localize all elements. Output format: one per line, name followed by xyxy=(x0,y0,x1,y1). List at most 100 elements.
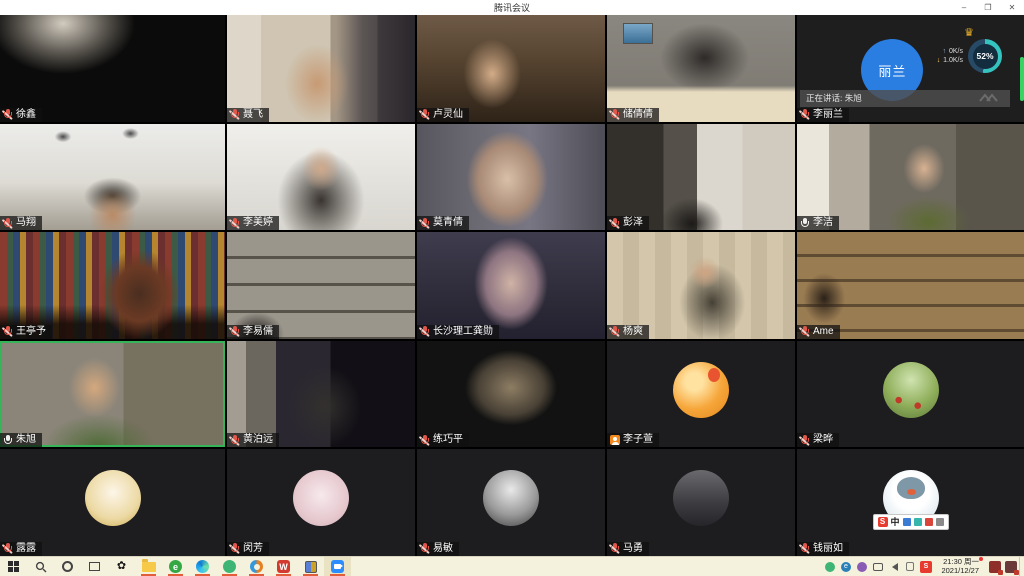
participant-name: 杨爽 xyxy=(623,326,643,338)
video-tile[interactable]: 李美婷 xyxy=(227,124,415,231)
video-tile[interactable]: 练巧平 xyxy=(417,341,605,448)
task-view-button[interactable] xyxy=(81,557,108,576)
scroll-indicator[interactable] xyxy=(1020,57,1024,101)
wps-icon: W xyxy=(277,560,290,573)
browser-e-icon: e xyxy=(169,560,182,573)
participant-name: 朱旭 xyxy=(16,434,36,446)
participant-name: 闵芳 xyxy=(243,543,263,555)
video-tile[interactable]: 杨爽 xyxy=(607,232,795,339)
tray-contact[interactable] xyxy=(854,557,869,576)
video-tile[interactable]: 马翔 xyxy=(0,124,225,231)
ring-app-button[interactable] xyxy=(243,557,270,576)
participant-label: 马翔 xyxy=(0,216,42,230)
participant-name: 露露 xyxy=(16,543,36,555)
mic-muted-icon xyxy=(3,109,13,120)
tencent-meeting-button[interactable] xyxy=(324,557,351,576)
input-bar-tool-icon[interactable] xyxy=(936,518,944,526)
usb-device-icon xyxy=(906,562,914,571)
input-bar-tool-icon[interactable] xyxy=(914,518,922,526)
participant-name: 聂飞 xyxy=(243,109,263,121)
mic-muted-icon xyxy=(420,109,430,120)
cortana-button[interactable] xyxy=(54,557,81,576)
host-crown-icon: ♛ xyxy=(964,27,974,39)
video-tile[interactable]: 李易儒 xyxy=(227,232,415,339)
input-bar-tool-icon[interactable] xyxy=(903,518,911,526)
participant-label: 练巧平 xyxy=(417,433,469,447)
wps-button[interactable]: W xyxy=(270,557,297,576)
pinned-app-button[interactable]: ✿ xyxy=(108,557,135,576)
start-button[interactable] xyxy=(0,557,27,576)
avatar-tile[interactable]: 易敏 xyxy=(417,449,605,556)
avatar-tile[interactable]: S 中 钱丽如 xyxy=(797,449,1024,556)
input-mode-indicator[interactable]: 中 xyxy=(890,515,899,528)
tray-volume[interactable] xyxy=(886,557,901,576)
mic-muted-icon xyxy=(3,218,13,229)
taskbar-clock[interactable]: 21:30 周一 2021/12/27 xyxy=(941,558,979,575)
avatar-tile[interactable]: 梁晔 xyxy=(797,341,1024,448)
search-button[interactable] xyxy=(27,557,54,576)
participant-name: 钱丽如 xyxy=(813,543,843,555)
tray-usb[interactable] xyxy=(902,557,917,576)
sogou-input-bar[interactable]: S 中 xyxy=(872,514,948,530)
participant-name: 马翔 xyxy=(16,217,36,229)
flower-app-icon: ✿ xyxy=(117,560,126,573)
participant-label: 长沙理工龚勋 xyxy=(417,325,499,339)
video-tile-speaking[interactable]: 朱旭 xyxy=(0,341,225,448)
green-app-button[interactable] xyxy=(216,557,243,576)
participant-label: 杨爽 xyxy=(607,325,649,339)
video-tile[interactable]: 黄泊远 xyxy=(227,341,415,448)
tray-sogou[interactable]: S xyxy=(918,557,933,576)
participant-label: 钱丽如 xyxy=(797,542,849,556)
video-tile[interactable]: 彭泽 xyxy=(607,124,795,231)
mic-muted-icon xyxy=(610,326,620,337)
speaking-banner-text: 正在讲话: 朱旭 xyxy=(806,92,862,104)
mic-muted-icon xyxy=(800,435,810,446)
member-icon xyxy=(610,435,620,445)
task-view-icon xyxy=(89,562,100,571)
video-tile[interactable]: 李洁 xyxy=(797,124,1024,231)
sogou-icon[interactable]: S xyxy=(877,517,887,527)
video-tile[interactable]: 莫青倩 xyxy=(417,124,605,231)
participant-name: 马勇 xyxy=(623,543,643,555)
tray-browser[interactable]: e xyxy=(838,557,853,576)
maximize-button[interactable]: ❐ xyxy=(976,0,1000,15)
mic-muted-icon xyxy=(800,109,810,120)
edge-button[interactable] xyxy=(189,557,216,576)
tray-action-center[interactable] xyxy=(1003,557,1018,576)
video-tile[interactable]: 卢灵仙 xyxy=(417,15,605,122)
avatar-tile[interactable]: 闵芳 xyxy=(227,449,415,556)
file-explorer-button[interactable] xyxy=(135,557,162,576)
input-bar-tool-icon[interactable] xyxy=(925,518,933,526)
video-tile[interactable]: 储倩倩 xyxy=(607,15,795,122)
avatar-tile[interactable]: 李子萱 xyxy=(607,341,795,448)
participant-label: 李丽兰 xyxy=(797,108,849,122)
tray-chat[interactable] xyxy=(870,557,885,576)
participant-name: 李子萱 xyxy=(623,434,653,446)
archive-app-button[interactable] xyxy=(297,557,324,576)
speaker-icon xyxy=(888,563,898,571)
tray-green-app[interactable] xyxy=(822,557,837,576)
participant-name: 李丽兰 xyxy=(813,109,843,121)
video-tile[interactable]: 长沙理工龚勋 xyxy=(417,232,605,339)
windows-taskbar: ✿ e W e S 21:30 周一 2021/12/27 xyxy=(0,556,1024,576)
video-tile[interactable]: 徐鑫 xyxy=(0,15,225,122)
close-button[interactable]: ✕ xyxy=(1000,0,1024,15)
clock-date: 2021/12/27 xyxy=(941,567,979,576)
video-tile[interactable]: 王亭予 xyxy=(0,232,225,339)
browser-e-button[interactable]: e xyxy=(162,557,189,576)
avatar-tile[interactable]: 马勇 xyxy=(607,449,795,556)
video-tile[interactable]: 聂飞 xyxy=(227,15,415,122)
mic-muted-icon xyxy=(3,326,13,337)
show-desktop-button[interactable] xyxy=(1019,557,1024,576)
participant-label: 梁晔 xyxy=(797,433,839,447)
video-tile-host[interactable]: 丽兰 ♛ ↑ 0K/s ↓ 1.0K/s 52% 正在讲话: 朱旭 xyxy=(797,15,1024,122)
mic-muted-icon xyxy=(230,218,240,229)
window-controls: – ❐ ✕ xyxy=(952,0,1024,15)
participant-grid: 徐鑫 聂飞 卢灵仙 储倩倩 丽兰 ♛ ↑ 0K/s xyxy=(0,15,1024,556)
minimize-button[interactable]: – xyxy=(952,0,976,15)
tray-notifications[interactable] xyxy=(987,557,1002,576)
mic-muted-icon xyxy=(3,543,13,554)
participant-label: 徐鑫 xyxy=(0,108,42,122)
video-tile[interactable]: Ame xyxy=(797,232,1024,339)
avatar-tile[interactable]: 露露 xyxy=(0,449,225,556)
